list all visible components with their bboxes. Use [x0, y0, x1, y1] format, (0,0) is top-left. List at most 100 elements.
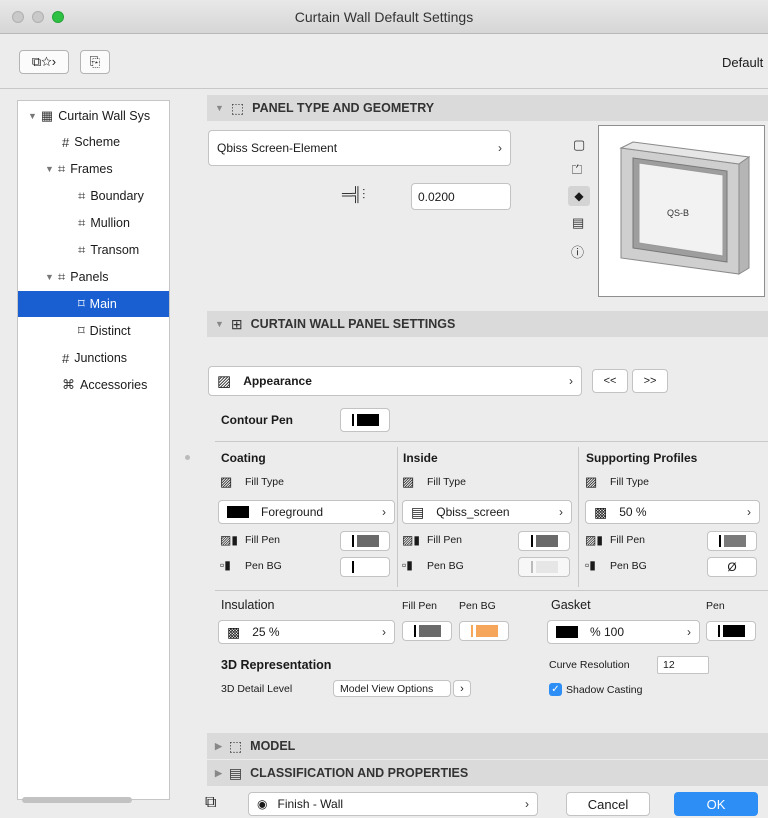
panel-settings-icon: ⊞: [230, 315, 243, 332]
tree-item-accessories[interactable]: ⌘ Accessories: [18, 372, 169, 398]
chevron-right-icon: ›: [460, 682, 464, 695]
fill-pen-icon: ▨▮: [402, 533, 420, 547]
shadow-casting-label: Shadow Casting: [566, 684, 643, 696]
elevation-view-icon[interactable]: ⏍: [572, 162, 582, 178]
tree-item-scheme[interactable]: # Scheme: [18, 129, 169, 155]
section-model[interactable]: ▶ ⬚ MODEL: [207, 733, 768, 759]
divider: [397, 447, 398, 587]
coating-pen-bg-label: Pen BG: [245, 560, 282, 572]
inside-fill-pen-swatch: [535, 535, 558, 547]
curve-resolution-input[interactable]: 12: [657, 656, 709, 674]
curve-resolution-value: 12: [663, 659, 675, 671]
section-panel-settings[interactable]: ▼ ⊞ CURTAIN WALL PANEL SETTINGS: [207, 311, 768, 337]
expand-arrow-icon[interactable]: ▼: [45, 272, 54, 282]
tree-item-mullion[interactable]: ⌗ Mullion: [18, 210, 169, 236]
panel-type-value: Qbiss Screen-Element: [217, 141, 338, 155]
favorites-icon: ⧉☆›: [31, 54, 57, 69]
chevron-right-icon: ›: [687, 625, 691, 639]
supporting-fill-pen-label: Fill Pen: [610, 534, 646, 546]
splitter-handle[interactable]: [185, 455, 190, 460]
coating-fill-value: Foreground: [261, 505, 324, 519]
cancel-button[interactable]: Cancel: [566, 792, 650, 816]
pattern-swatch-icon: ▩: [227, 623, 241, 640]
ok-button[interactable]: OK: [674, 792, 758, 816]
preview-label: QS-B: [667, 208, 689, 218]
expand-arrow-icon[interactable]: ▼: [28, 111, 37, 121]
coating-pen-bg-swatch: [356, 561, 379, 573]
thickness-input[interactable]: 0.0200: [411, 183, 511, 210]
frame-icon: ⌗: [78, 215, 86, 230]
settings-page-dropdown[interactable]: ▨ Appearance ›: [208, 366, 582, 396]
coating-pen-bg-button[interactable]: [340, 557, 390, 577]
coating-fill-pen-button[interactable]: [340, 531, 390, 551]
gasket-pen-label: Pen: [706, 600, 725, 612]
pen-bar: [351, 561, 354, 573]
chevron-right-icon: ›: [525, 797, 529, 811]
tree-item-frames[interactable]: ▼ ⌗ Frames: [18, 156, 169, 182]
info-icon[interactable]: ⓘ: [571, 242, 584, 261]
3d-view-icon[interactable]: ◆: [568, 186, 590, 206]
gasket-pen-button[interactable]: [706, 621, 756, 641]
tree-item-curtain-wall[interactable]: ▼ ▦ Curtain Wall Sys: [18, 103, 169, 129]
transfer-settings-button[interactable]: ⎘: [80, 50, 110, 74]
tree-item-panels[interactable]: ▼ ⌗ Panels: [18, 264, 169, 290]
inside-pen-bg-swatch: [535, 561, 558, 573]
supporting-fill-pen-button[interactable]: [707, 531, 757, 551]
gasket-fill-dropdown[interactable]: % 100 ›: [547, 620, 700, 644]
pen-bar: [413, 625, 416, 637]
inside-pen-bg-label: Pen BG: [427, 560, 464, 572]
section-panel-type[interactable]: ▼ ⬚ PANEL TYPE AND GEOMETRY: [207, 95, 768, 121]
supporting-pen-bg-label: Pen BG: [610, 560, 647, 572]
sidebar-scrollbar[interactable]: [22, 797, 132, 803]
inside-pen-bg-button[interactable]: [518, 557, 570, 577]
layer-dropdown[interactable]: ◉ Finish - Wall ›: [248, 792, 538, 816]
favorites-button[interactable]: ⧉☆›: [19, 50, 69, 74]
inside-fill-pen-button[interactable]: [518, 531, 570, 551]
tree-item-junctions[interactable]: # Junctions: [18, 345, 169, 371]
panel-type-dropdown[interactable]: Qbiss Screen-Element ›: [208, 130, 511, 166]
pen-bar: [717, 625, 720, 637]
insulation-fill-dropdown[interactable]: ▩ 25 % ›: [218, 620, 395, 644]
tree-item-distinct[interactable]: ⌑ Distinct: [18, 318, 169, 344]
detail-level-dropdown[interactable]: Model View Options: [333, 680, 451, 697]
insulation-pen-bg-swatch: [475, 625, 498, 637]
section-title: PANEL TYPE AND GEOMETRY: [252, 101, 435, 115]
accessories-icon: ⌘: [62, 377, 75, 392]
settings-tree[interactable]: ▼ ▦ Curtain Wall Sys # Scheme ▼ ⌗ Frames…: [17, 100, 170, 803]
insulation-fill-pen-label: Fill Pen: [402, 600, 438, 612]
chevron-right-icon: ›: [569, 374, 573, 388]
divider: [215, 441, 768, 442]
section-title: CLASSIFICATION AND PROPERTIES: [250, 766, 469, 780]
plan-view-icon[interactable]: ▢: [573, 137, 585, 153]
section-view-icon[interactable]: ▤: [572, 215, 584, 231]
insulation-fill-pen-button[interactable]: [402, 621, 452, 641]
supporting-fill-dropdown[interactable]: ▩ 50 % ›: [585, 500, 760, 524]
scheme-icon: #: [62, 134, 70, 150]
chevron-right-icon: ›: [559, 505, 563, 519]
tree-item-boundary[interactable]: ⌗ Boundary: [18, 183, 169, 209]
next-page-button[interactable]: >>: [632, 369, 668, 393]
insulation-pen-bg-button[interactable]: [459, 621, 509, 641]
section-title: MODEL: [250, 739, 296, 753]
supporting-title: Supporting Profiles: [586, 451, 698, 465]
detail-level-arrow-button[interactable]: ›: [453, 680, 471, 697]
expand-arrow-icon[interactable]: ▼: [45, 164, 54, 174]
previous-page-button[interactable]: <<: [592, 369, 628, 393]
transfer-icon: ⎘: [89, 54, 101, 69]
supporting-pen-bg-button[interactable]: Ø: [707, 557, 757, 577]
contour-pen-button[interactable]: [340, 408, 390, 432]
tree-item-main[interactable]: ⌑ Main: [18, 291, 169, 317]
divider: [215, 590, 768, 591]
model-icon: ⬚: [228, 737, 243, 754]
toolbar-divider: [0, 88, 768, 89]
coating-fill-pen-label: Fill Pen: [245, 534, 281, 546]
fill-pen-icon: ▨▮: [220, 533, 238, 547]
inside-title: Inside: [403, 451, 438, 465]
section-classification[interactable]: ▶ ▤ CLASSIFICATION AND PROPERTIES: [207, 760, 768, 786]
rep-title: 3D Representation: [221, 658, 332, 672]
tree-item-transom[interactable]: ⌗ Transom: [18, 237, 169, 263]
inside-fill-dropdown[interactable]: ▤ Qbiss_screen ›: [402, 500, 572, 524]
coating-fill-dropdown[interactable]: Foreground ›: [218, 500, 395, 524]
shadow-casting-checkbox[interactable]: ✓: [549, 683, 562, 696]
hatch-icon: ▨: [585, 474, 598, 489]
